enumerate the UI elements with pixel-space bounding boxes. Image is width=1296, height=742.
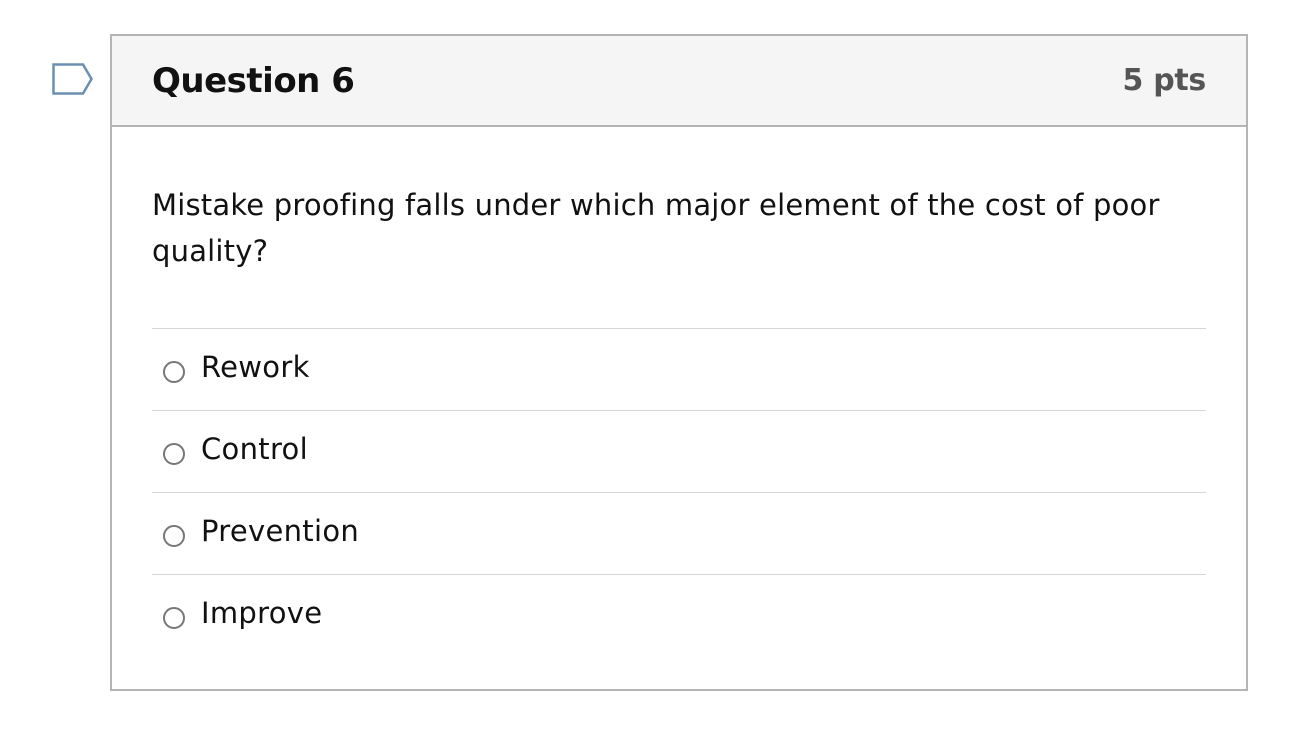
answer-list: Rework Control Prevention Improve <box>152 328 1206 656</box>
answer-option-control[interactable]: Control <box>152 411 1206 493</box>
radio-button[interactable] <box>163 442 185 465</box>
answer-label: Improve <box>201 595 323 630</box>
radio-button[interactable] <box>163 360 185 383</box>
question-text: Mistake proofing falls under which major… <box>152 188 1160 268</box>
question-points: 5 pts <box>1122 63 1207 98</box>
question-body: Mistake proofing falls under which major… <box>112 127 1246 656</box>
answer-label: Rework <box>201 349 310 384</box>
answer-option-improve[interactable]: Improve <box>152 575 1206 656</box>
answer-label: Prevention <box>201 513 360 548</box>
question-title: Question 6 <box>152 60 355 101</box>
radio-button[interactable] <box>163 524 185 547</box>
flag-question-icon[interactable] <box>51 61 95 97</box>
answer-option-prevention[interactable]: Prevention <box>152 493 1206 575</box>
answer-label: Control <box>201 431 308 466</box>
quiz-page: Question 6 5 pts Mistake proofing falls … <box>0 0 1296 742</box>
question-header: Question 6 5 pts <box>112 36 1246 127</box>
answer-option-rework[interactable]: Rework <box>152 329 1206 411</box>
question-card: Question 6 5 pts Mistake proofing falls … <box>110 34 1248 691</box>
radio-button[interactable] <box>163 606 185 629</box>
